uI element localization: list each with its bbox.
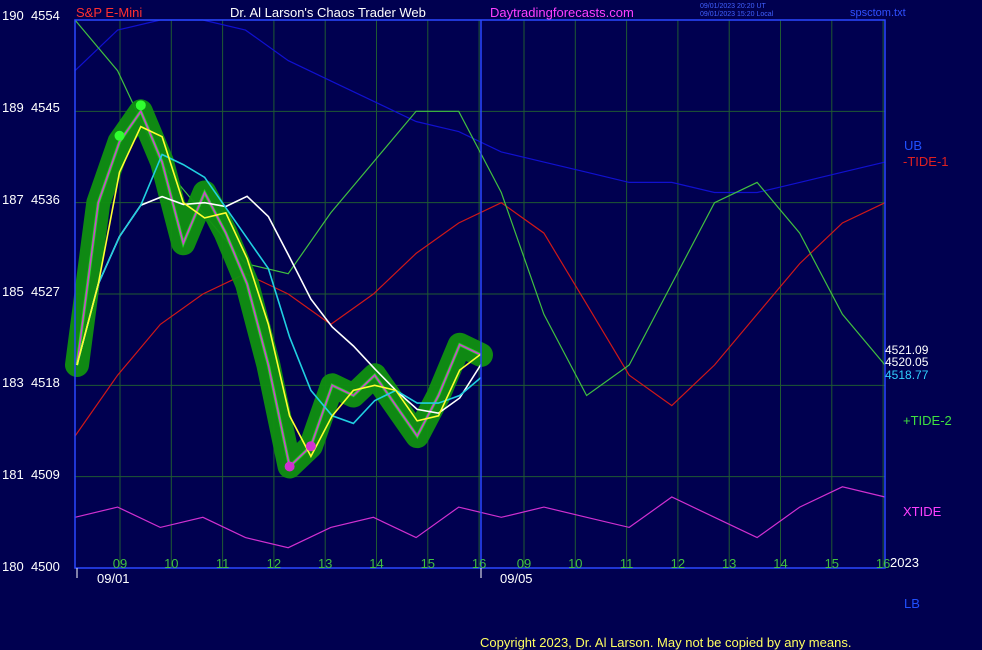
- site-link[interactable]: Daytradingforecasts.com: [490, 6, 634, 20]
- x-tick-label: 11: [216, 556, 230, 571]
- x-tick-label: 13: [318, 556, 332, 571]
- x-tick-label: 13: [722, 556, 736, 571]
- x-tick-label: 15: [825, 556, 839, 571]
- series-xtide-line: [74, 486, 886, 549]
- chart-plot-area: [65, 19, 886, 549]
- value-mid-ma: 4518.77: [885, 368, 929, 382]
- y-tick-4554: 190 4554: [2, 8, 60, 23]
- x-tick-label: 10: [568, 556, 582, 571]
- x-tick-label: 12: [267, 556, 281, 571]
- x-tick-label: 15: [421, 556, 435, 571]
- data-file-name: spsctom.txt: [850, 7, 906, 19]
- chart-canvas: 09 10 11 12 13 14 15 16 09 10 11 12 13 14 15 16: [65, 19, 890, 578]
- x-tick-label: 16: [876, 556, 890, 571]
- chart-grid: [75, 19, 885, 569]
- y-tick-4527: 185 4527: [2, 284, 60, 299]
- x-tick-label: 09: [517, 556, 531, 571]
- x-tick-label: 09: [113, 556, 127, 571]
- author-title: Dr. Al Larson's Chaos Trader Web: [230, 5, 426, 20]
- x-tick-label: 12: [671, 556, 685, 571]
- price-high-marker: [114, 130, 125, 141]
- date-label-0901: 09/01: [97, 571, 130, 586]
- instrument-title: S&P E-Mini: [76, 5, 143, 20]
- legend-ub: UB: [904, 138, 923, 153]
- legend-tide2: +TIDE-2: [903, 413, 952, 428]
- price-high-marker: [135, 100, 146, 111]
- x-tick-label: 10: [164, 556, 178, 571]
- date-label-0905: 09/05: [500, 571, 533, 586]
- x-axis-ticks: 09 10 11 12 13 14 15 16 09 10 11 12 13 14 15 16: [76, 556, 890, 578]
- value-slow-ma: 4520.05: [885, 355, 929, 369]
- legend-tide1: -TIDE-1: [903, 154, 949, 169]
- y-tick-4545: 189 4545: [2, 100, 60, 115]
- timestamp-local: 09/01/2023 15:20 Local: [700, 11, 774, 18]
- y-tick-4536: 187 4536: [2, 192, 60, 207]
- price-low-marker: [305, 441, 316, 452]
- x-tick-label: 11: [620, 556, 634, 571]
- y-tick-4500: 180 4500: [2, 559, 60, 574]
- copyright: Copyright 2023, Dr. Al Larson. May not b…: [480, 635, 852, 650]
- year-label: 2023: [890, 555, 919, 570]
- y-tick-4509: 181 4509: [2, 467, 60, 482]
- legend-xtide: XTIDE: [903, 504, 942, 519]
- legend-lb: LB: [904, 596, 920, 611]
- x-tick-label: 14: [773, 556, 787, 571]
- x-tick-label: 14: [369, 556, 383, 571]
- x-tick-label: 16: [472, 556, 486, 571]
- timestamp-ut: 09/01/2023 20:20 UT: [700, 3, 766, 10]
- y-tick-4518: 183 4518: [2, 375, 60, 390]
- series-ub-line: [74, 19, 886, 194]
- price-low-marker: [284, 461, 295, 472]
